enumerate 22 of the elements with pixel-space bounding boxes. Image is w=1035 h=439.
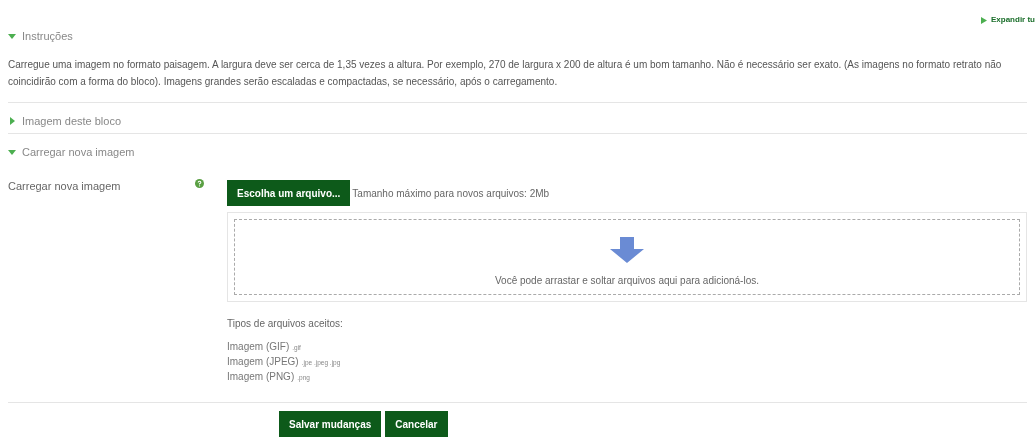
types-title: Tipos de arquivos aceitos: <box>227 317 344 331</box>
field-label: Carregar nova imagem <box>8 179 121 194</box>
caret-icon <box>8 117 16 125</box>
caret-icon <box>8 148 16 156</box>
section-toggle[interactable]: Carregar nova imagem <box>8 144 135 160</box>
help-icon[interactable] <box>195 179 205 188</box>
file-type-name: Imagem (PNG) <box>227 371 295 382</box>
choose-file-button[interactable]: Escolha um arquivo... <box>227 180 351 206</box>
caret-icon <box>8 32 16 40</box>
drop-hint: Você pode arrastar e soltar arquivos aqui para adicioná-los. <box>494 274 759 288</box>
save-button[interactable]: Salvar mudanças <box>279 411 382 437</box>
section-toggle[interactable]: Instruções <box>8 28 73 44</box>
drop-zone[interactable]: Você pode arrastar e soltar arquivos aqui para adicioná-los. <box>227 212 1027 302</box>
instructions-text: Carregue uma imagem no formato paisagem. A largura deve ser cerca de 1,35 vezes a altura. Por exemplo, 270 de largura x 200 de altura é um bom tamanho. Não é necessário ser exato. (As imagens no formato retrato não coincidirão com a forma do bloco). Imagens grandes serão escaladas e compactadas, se necessário, após o carregamento. <box>8 58 1003 89</box>
file-type-name: Imagem (GIF) <box>227 341 290 352</box>
max-size-text: Tamanho máximo para novos arquivos: 2Mb <box>352 186 550 201</box>
expand-all-link[interactable]: Expandir tu <box>981 12 1035 28</box>
section-toggle[interactable]: Imagem deste bloco <box>8 113 122 129</box>
file-type-name: Imagem (JPEG) <box>227 356 299 367</box>
caret-icon <box>981 16 987 24</box>
cancel-button[interactable]: Cancelar <box>385 411 448 437</box>
down-arrow-icon <box>610 237 644 263</box>
